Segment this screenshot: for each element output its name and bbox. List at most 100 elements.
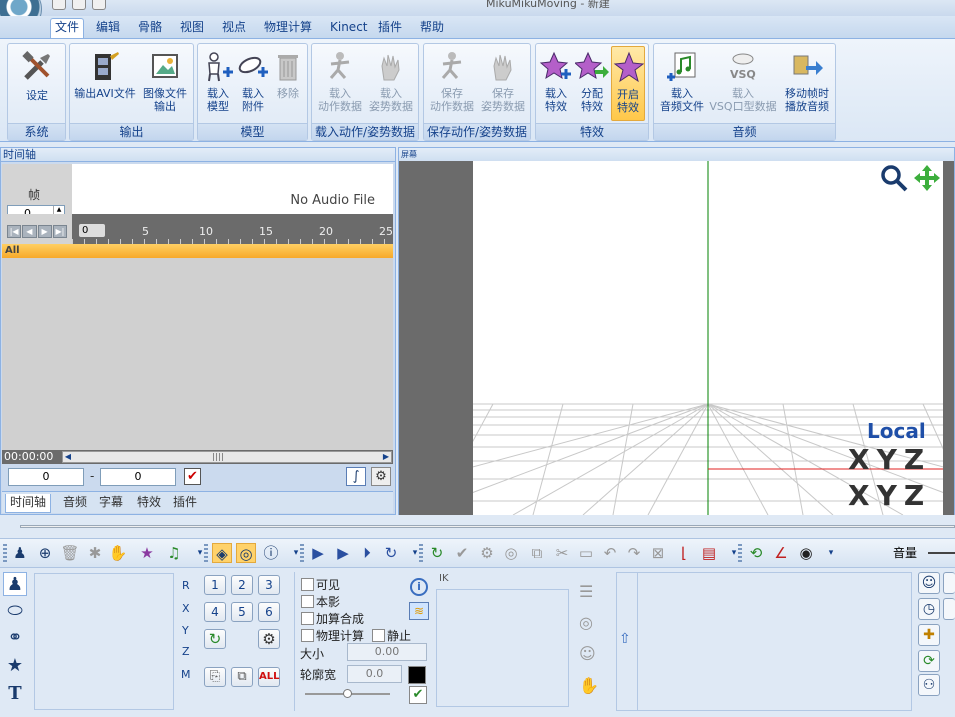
- local-mode-label[interactable]: Local: [867, 419, 926, 443]
- preset-2-button[interactable]: 2: [231, 575, 253, 595]
- add-blend-checkbox[interactable]: 加算合成: [301, 610, 364, 627]
- apply-check-icon[interactable]: ✔: [409, 686, 427, 704]
- ik-list[interactable]: [436, 589, 569, 707]
- outline-color-swatch[interactable]: [408, 666, 426, 684]
- export-avi-button[interactable]: 输出AVI文件: [72, 46, 138, 121]
- size-input[interactable]: 0.00: [347, 643, 427, 661]
- timeline-track-area[interactable]: [2, 258, 393, 450]
- play-audio-on-move-button[interactable]: 移动帧时 播放音频: [780, 46, 834, 121]
- chart-toggle-icon[interactable]: ≋: [409, 602, 429, 620]
- outline-width-input[interactable]: 0.0: [347, 665, 402, 683]
- preset-4-button[interactable]: 4: [204, 602, 226, 622]
- toolbar-music-icon[interactable]: ♫: [164, 543, 184, 563]
- load-pose-button[interactable]: 载入 姿势数据: [365, 46, 417, 121]
- camera-tool-icon[interactable]: ⚭: [3, 626, 27, 650]
- toolbar-grip[interactable]: [204, 544, 208, 562]
- menu-help[interactable]: 帮助: [416, 19, 448, 37]
- toolbar-trash-icon[interactable]: 🗑: [60, 543, 80, 563]
- model-tool-icon[interactable]: ♟: [3, 572, 27, 596]
- export-image-button[interactable]: 图像文件 输出: [138, 46, 192, 121]
- physics-checkbox[interactable]: 物理计算: [301, 627, 364, 644]
- menu-edit[interactable]: 编辑: [92, 19, 124, 37]
- interpolation-curve-icon[interactable]: ∫: [346, 467, 366, 486]
- morph-panel[interactable]: ⇧: [616, 572, 912, 711]
- reset-icon[interactable]: ↻: [204, 629, 226, 649]
- menu-bone[interactable]: 骨骼: [134, 19, 166, 37]
- menu-physics[interactable]: 物理计算: [260, 19, 316, 37]
- accessory-tool-icon[interactable]: ⬭: [3, 599, 27, 623]
- scroll-left-icon[interactable]: ◀: [63, 452, 73, 462]
- effect-tool-icon[interactable]: ★: [3, 654, 27, 678]
- load-motion-button[interactable]: 载入 动作数据: [314, 46, 366, 121]
- move-z-icon[interactable]: Z: [904, 481, 924, 511]
- list-icon[interactable]: ☰: [579, 582, 593, 601]
- render-canvas[interactable]: Local X Y Z X Y Z: [399, 161, 954, 515]
- undo-icon[interactable]: [72, 0, 86, 10]
- face-button-extra[interactable]: [943, 572, 955, 594]
- range-end-input[interactable]: 0: [100, 468, 176, 486]
- toolbar-undo-icon[interactable]: ↶: [600, 543, 620, 563]
- remove-button[interactable]: 移除: [270, 46, 306, 121]
- redo-icon[interactable]: [92, 0, 106, 10]
- tab-effects[interactable]: 特效: [133, 494, 165, 513]
- hand-icon[interactable]: ✋: [579, 676, 599, 695]
- toolbar-select-mode-icon[interactable]: ◈: [212, 543, 232, 563]
- zoom-magnifier-icon[interactable]: [879, 163, 909, 193]
- toolbar-sync-icon[interactable]: ⟲: [746, 543, 766, 563]
- face-happy-icon[interactable]: ☺: [918, 572, 940, 594]
- toolbar-eye-icon[interactable]: ◉: [796, 543, 816, 563]
- tab-audio[interactable]: 音频: [59, 494, 91, 513]
- volume-slider[interactable]: [928, 552, 955, 554]
- menu-plugins[interactable]: 插件: [374, 19, 406, 37]
- shadow-checkbox[interactable]: 本影: [301, 593, 340, 610]
- toolbar-load-accessory-icon[interactable]: ⊕: [35, 543, 55, 563]
- menu-camera[interactable]: 视点: [218, 19, 250, 37]
- assign-effect-button[interactable]: 分配 特效: [574, 46, 610, 121]
- toolbar-register-icon[interactable]: ⚙: [477, 543, 497, 563]
- bone-add-icon[interactable]: ✚: [918, 624, 940, 646]
- first-frame-icon[interactable]: |◀: [7, 225, 22, 238]
- range-checkbox-icon[interactable]: ✔: [184, 468, 201, 485]
- paste-icon[interactable]: ⧉: [231, 667, 253, 687]
- preset-5-button[interactable]: 5: [231, 602, 253, 622]
- toolbar-grip[interactable]: [300, 544, 304, 562]
- tab-plugins[interactable]: 插件: [169, 494, 201, 513]
- preset-1-button[interactable]: 1: [204, 575, 226, 595]
- next-frame-icon[interactable]: ▶: [37, 225, 52, 238]
- range-start-input[interactable]: 0: [8, 468, 84, 486]
- toolbar-register-camera-icon[interactable]: ◎: [501, 543, 521, 563]
- preset-3-button[interactable]: 3: [258, 575, 280, 595]
- toolbar-hand-icon[interactable]: ✋: [108, 543, 128, 563]
- timeline-scrollbar[interactable]: ◀ ▶: [62, 451, 392, 463]
- info-icon[interactable]: i: [410, 578, 428, 596]
- toolbar-grip[interactable]: [738, 544, 742, 562]
- bone-group-icon[interactable]: ⚇: [918, 674, 940, 696]
- 3d-viewport[interactable]: Local X Y Z X Y Z: [399, 161, 954, 515]
- toolbar-refresh-icon[interactable]: ↻: [427, 543, 447, 563]
- toolbar-delete-frame-icon[interactable]: ⊠: [648, 543, 668, 563]
- toolbar-play-icon[interactable]: ▶: [308, 543, 328, 563]
- move-arrows-icon[interactable]: [912, 163, 942, 193]
- opacity-slider[interactable]: [305, 689, 390, 698]
- last-frame-icon[interactable]: ▶|: [52, 225, 67, 238]
- panel-splitter[interactable]: [0, 517, 955, 537]
- timeline-settings-icon[interactable]: ⚙: [371, 467, 391, 486]
- copy-icon[interactable]: ⎘: [204, 667, 226, 687]
- collapse-arrow-icon[interactable]: ⇧: [619, 631, 631, 647]
- toolbar-grip[interactable]: [3, 544, 7, 562]
- timeline-all-row[interactable]: All: [2, 244, 393, 258]
- toolbar-redo-icon[interactable]: ↷: [624, 543, 644, 563]
- prev-frame-icon[interactable]: ◀: [22, 225, 37, 238]
- preset-6-button[interactable]: 6: [258, 602, 280, 622]
- visible-checkbox[interactable]: 可见: [301, 576, 340, 593]
- toolbar-play-alt-icon[interactable]: ▶: [333, 543, 353, 563]
- camera-link-icon[interactable]: ◎: [579, 613, 593, 632]
- load-effect-button[interactable]: 载入 特效: [538, 46, 574, 121]
- toolbar-cut-icon[interactable]: ✂: [552, 543, 572, 563]
- toolbar-zero-angle-icon[interactable]: ∠: [771, 543, 791, 563]
- move-y-icon[interactable]: Y: [877, 481, 897, 511]
- load-audio-button[interactable]: 载入 音频文件: [656, 46, 708, 121]
- toolbar-play-range-icon[interactable]: ⏵: [357, 543, 377, 563]
- toggle-effect-button[interactable]: 开启 特效: [611, 46, 645, 121]
- slider-thumb[interactable]: [343, 689, 352, 698]
